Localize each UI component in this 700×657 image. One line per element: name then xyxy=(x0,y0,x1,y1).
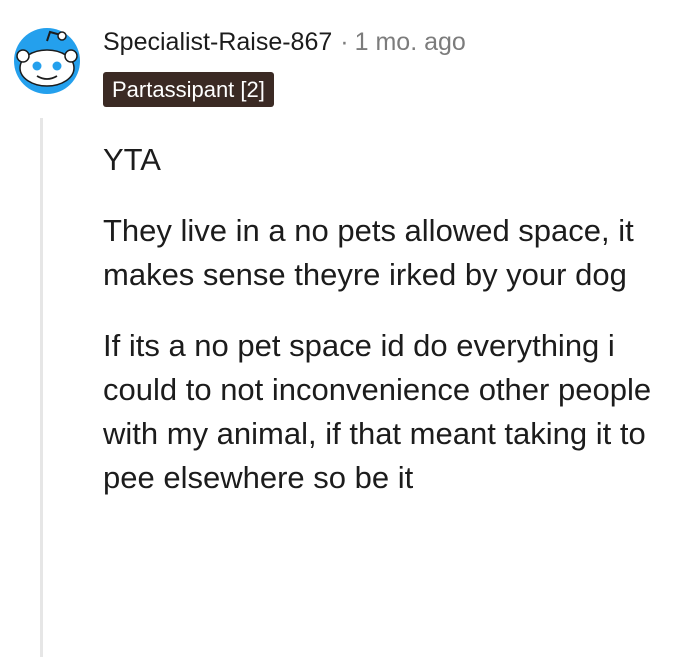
comment-thread-line[interactable] xyxy=(40,118,43,657)
comment-paragraph: They live in a no pets allowed space, it… xyxy=(103,213,634,292)
comment-body: YTA They live in a no pets allowed space… xyxy=(103,138,693,527)
user-flair-badge: Partassipant [2] xyxy=(103,72,274,107)
user-avatar-icon[interactable] xyxy=(11,28,83,94)
username-link[interactable]: Specialist-Raise-867 xyxy=(103,28,332,56)
comment-paragraph: YTA xyxy=(103,142,161,177)
comment-paragraph: If its a no pet space id do everything i… xyxy=(103,328,652,495)
meta-separator: · xyxy=(340,28,349,56)
comment-timestamp[interactable]: 1 mo. ago xyxy=(355,28,466,56)
reddit-snoo-avatar-icon xyxy=(14,28,80,94)
comment-meta: Specialist-Raise-867 · 1 mo. ago xyxy=(103,26,466,58)
